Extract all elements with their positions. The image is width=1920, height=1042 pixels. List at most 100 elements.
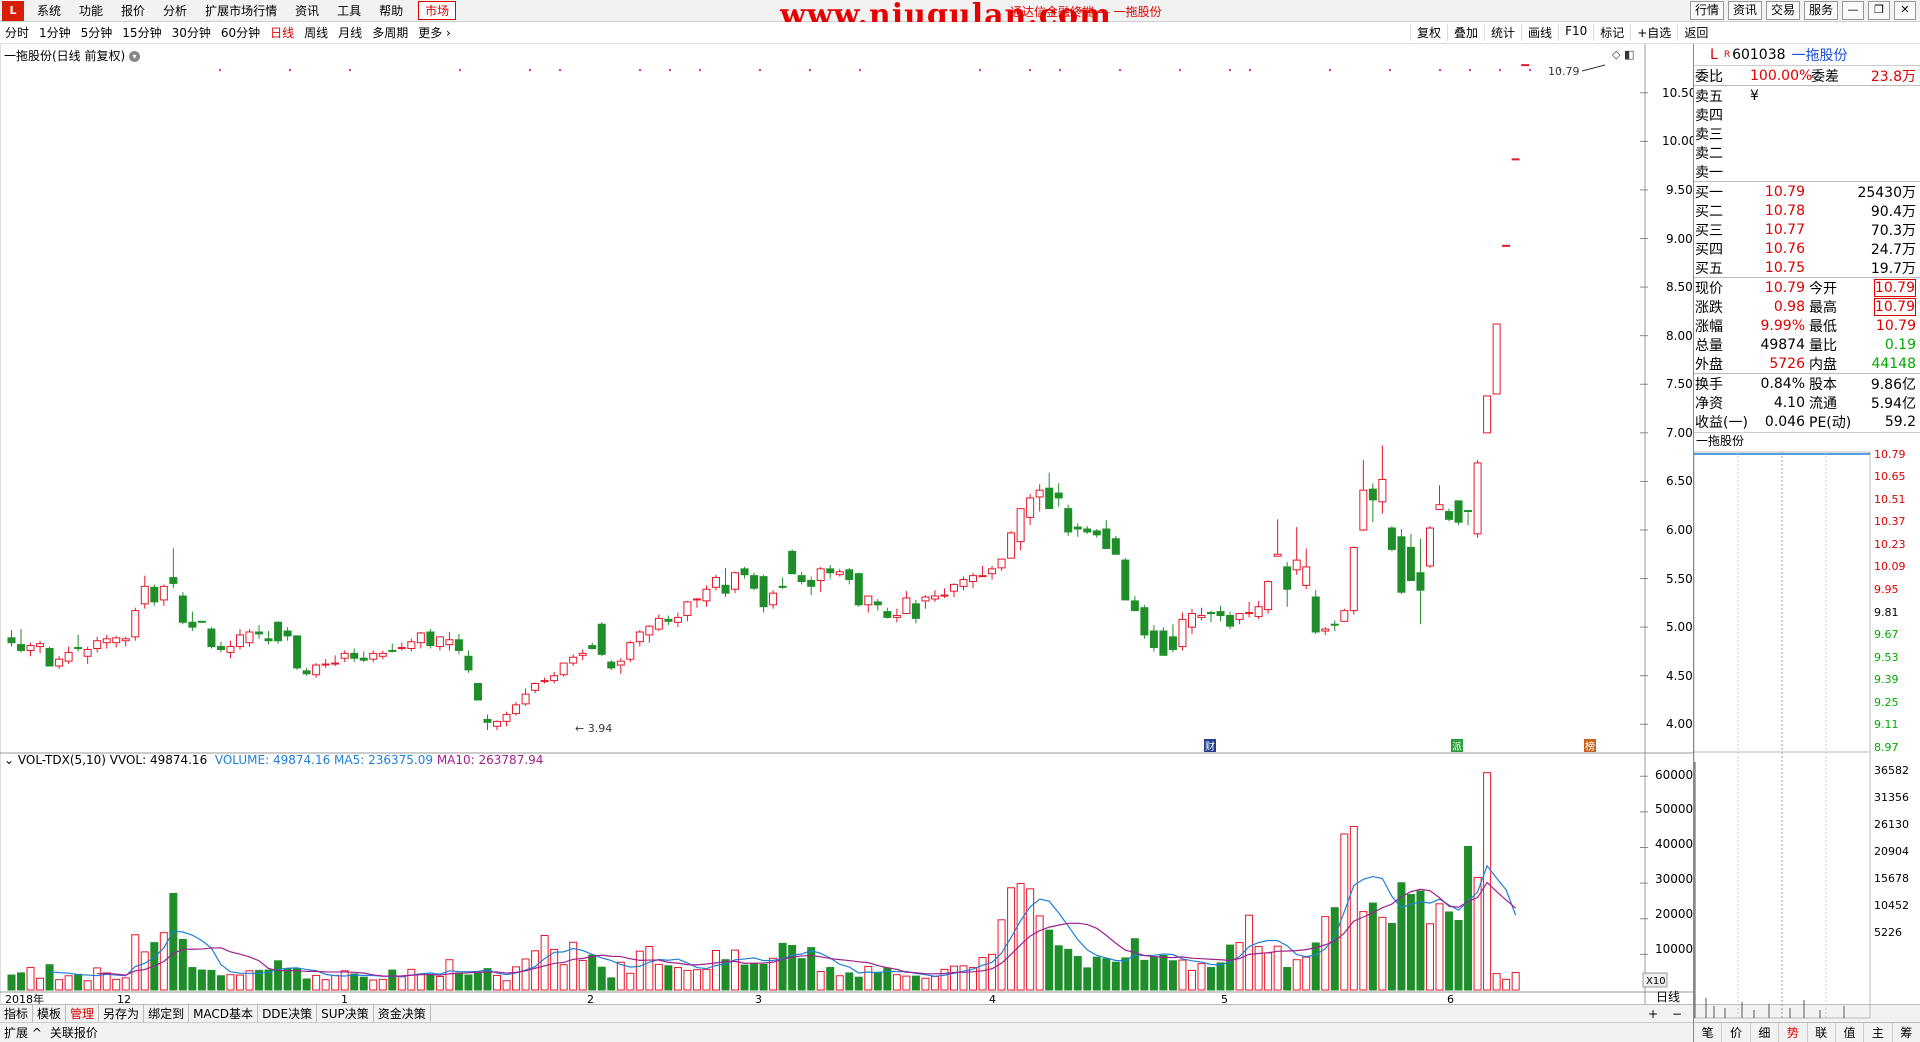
tab-bind-to[interactable]: 绑定到	[144, 1005, 190, 1022]
period-weekly[interactable]: 周线	[299, 24, 333, 41]
tab-save-as[interactable]: 另存为	[99, 1005, 145, 1022]
trade-button[interactable]: 交易	[1765, 1, 1800, 20]
menu-system[interactable]: 系统	[28, 2, 70, 19]
candle-body	[988, 568, 997, 575]
ask-row[interactable]: 卖一	[1694, 162, 1920, 181]
price-tick: 8.00	[1666, 329, 1693, 343]
tab-dde[interactable]: DDE决策	[258, 1005, 318, 1022]
ask-row[interactable]: 卖三	[1694, 124, 1920, 143]
service-button[interactable]: 服务	[1803, 1, 1838, 20]
tab-main[interactable]: 主	[1864, 1023, 1893, 1042]
news-button[interactable]: 资讯	[1727, 1, 1762, 20]
tab-linked[interactable]: 联	[1808, 1023, 1836, 1042]
linked-quote-button[interactable]: 关联报价	[46, 1024, 102, 1041]
candle-body	[1435, 504, 1444, 511]
tab-fund[interactable]: 资金决策	[374, 1005, 431, 1022]
tool-adjust[interactable]: 复权	[1410, 24, 1447, 41]
tab-ticks[interactable]: 笔	[1694, 1023, 1723, 1042]
zoom-out-icon[interactable]: −	[1672, 1007, 1682, 1021]
date-tick: 6	[1447, 993, 1454, 1004]
tool-f10[interactable]: F10	[1558, 24, 1593, 41]
tool-back[interactable]: 返回	[1677, 24, 1714, 41]
extend-button[interactable]: 扩展 ^	[0, 1024, 46, 1041]
tool-stats[interactable]: 统计	[1484, 24, 1521, 41]
minimize-icon[interactable]: —	[1842, 1, 1864, 20]
quote-button[interactable]: 行情	[1689, 1, 1724, 20]
ask-row[interactable]: 卖四	[1694, 105, 1920, 124]
restore-icon[interactable]: ❐	[1868, 1, 1890, 20]
period-60min[interactable]: 60分钟	[216, 24, 265, 41]
menu-quote[interactable]: 报价	[112, 2, 154, 19]
volume-bar	[702, 968, 711, 991]
period-15min[interactable]: 15分钟	[117, 24, 166, 41]
menu-market[interactable]: 市场	[418, 1, 457, 20]
panel-toggle-icon[interactable]: ◧	[1624, 48, 1634, 61]
bid-row[interactable]: 买三 10.77 70.3万	[1694, 220, 1920, 239]
zoom-in-icon[interactable]: +	[1648, 1007, 1658, 1021]
period-daily[interactable]: 日线	[265, 24, 299, 41]
period-more[interactable]: 更多 ›	[413, 24, 456, 41]
vol-legend-icon[interactable]: ⌄	[4, 753, 14, 767]
bid-row[interactable]: 买五 10.75 19.7万	[1694, 258, 1920, 277]
volume-bar	[788, 944, 797, 991]
volume-bar	[1321, 916, 1330, 991]
period-5min[interactable]: 5分钟	[76, 24, 118, 41]
tab-trend[interactable]: 势	[1779, 1023, 1808, 1042]
bid-row[interactable]: 买二 10.78 90.4万	[1694, 201, 1920, 220]
period-30min[interactable]: 30分钟	[167, 24, 216, 41]
candle-body	[997, 558, 1006, 569]
tool-add-watchlist[interactable]: +自选	[1630, 24, 1677, 41]
vol-indicator-name[interactable]: VOL-TDX(5,10)	[18, 753, 106, 767]
menu-help[interactable]: 帮助	[370, 2, 412, 19]
price-tick: 4.00	[1666, 717, 1693, 731]
stat-value: 44148	[1871, 355, 1916, 372]
candle-body	[112, 637, 121, 644]
volume-bar	[930, 975, 939, 991]
tab-value[interactable]: 值	[1836, 1023, 1865, 1042]
tool-mark[interactable]: 标记	[1593, 24, 1630, 41]
period-1min[interactable]: 1分钟	[34, 24, 76, 41]
kline-chart[interactable]: 10.50 10.00 9.50 9.00 8.50 8.00 7.50 7.0…	[0, 44, 1693, 1004]
tab-detail[interactable]: 细	[1751, 1023, 1780, 1042]
tab-manage[interactable]: 管理	[66, 1005, 100, 1022]
vol-unit: X10	[1646, 976, 1666, 987]
ask-row[interactable]: 卖五 ¥	[1694, 86, 1920, 105]
bid-row[interactable]: 买一 10.79 25430万	[1694, 182, 1920, 201]
tab-template[interactable]: 模板	[33, 1005, 67, 1022]
high-arrow-icon	[1581, 64, 1606, 72]
diamond-icon[interactable]: ◇	[1612, 48, 1621, 61]
stock-name[interactable]: 一拖股份	[1792, 45, 1848, 65]
menu-analysis[interactable]: 分析	[154, 2, 196, 19]
close-icon[interactable]: ✕	[1894, 1, 1916, 20]
tab-macd[interactable]: MACD基本	[189, 1005, 259, 1022]
menu-function[interactable]: 功能	[70, 2, 112, 19]
candle-body	[416, 632, 425, 644]
trading-terminal: L 系统 功能 报价 分析 扩展市场行情 资讯 工具 帮助 市场 通达信金融终端…	[0, 0, 1920, 1042]
tab-price[interactable]: 价	[1722, 1023, 1751, 1042]
candle-body	[502, 714, 511, 722]
mini-price-tick: 10.23	[1874, 538, 1906, 551]
period-intraday[interactable]: 分时	[0, 24, 34, 41]
bid-row[interactable]: 买四 10.76 24.7万	[1694, 239, 1920, 258]
ask-row[interactable]: 卖二	[1694, 143, 1920, 162]
candle-body	[283, 630, 292, 637]
candle-body	[226, 646, 235, 653]
mini-intraday-chart[interactable]: 一拖股份 10.79 10.65 10.51 10.37 10.23 10.09…	[1694, 432, 1920, 1022]
tab-sup[interactable]: SUP决策	[317, 1005, 374, 1022]
candle-body	[359, 657, 368, 661]
tab-chips[interactable]: 筹	[1893, 1023, 1920, 1042]
candle-body	[1111, 538, 1120, 555]
period-more-label: 更多	[418, 26, 443, 40]
tab-indicator[interactable]: 指标	[0, 1005, 34, 1022]
tool-draw[interactable]: 画线	[1521, 24, 1558, 41]
menu-extended-market[interactable]: 扩展市场行情	[196, 2, 286, 19]
menu-tools[interactable]: 工具	[328, 2, 370, 19]
period-monthly[interactable]: 月线	[333, 24, 367, 41]
tool-overlay[interactable]: 叠加	[1447, 24, 1484, 41]
period-multi[interactable]: 多周期	[367, 24, 413, 41]
candle-body	[1235, 613, 1244, 620]
menu-news[interactable]: 资讯	[286, 2, 328, 19]
candle-body	[550, 675, 559, 682]
marker-dot	[1498, 68, 1502, 72]
fund-row: 净资 4.10 流通 5.94亿	[1694, 393, 1920, 412]
